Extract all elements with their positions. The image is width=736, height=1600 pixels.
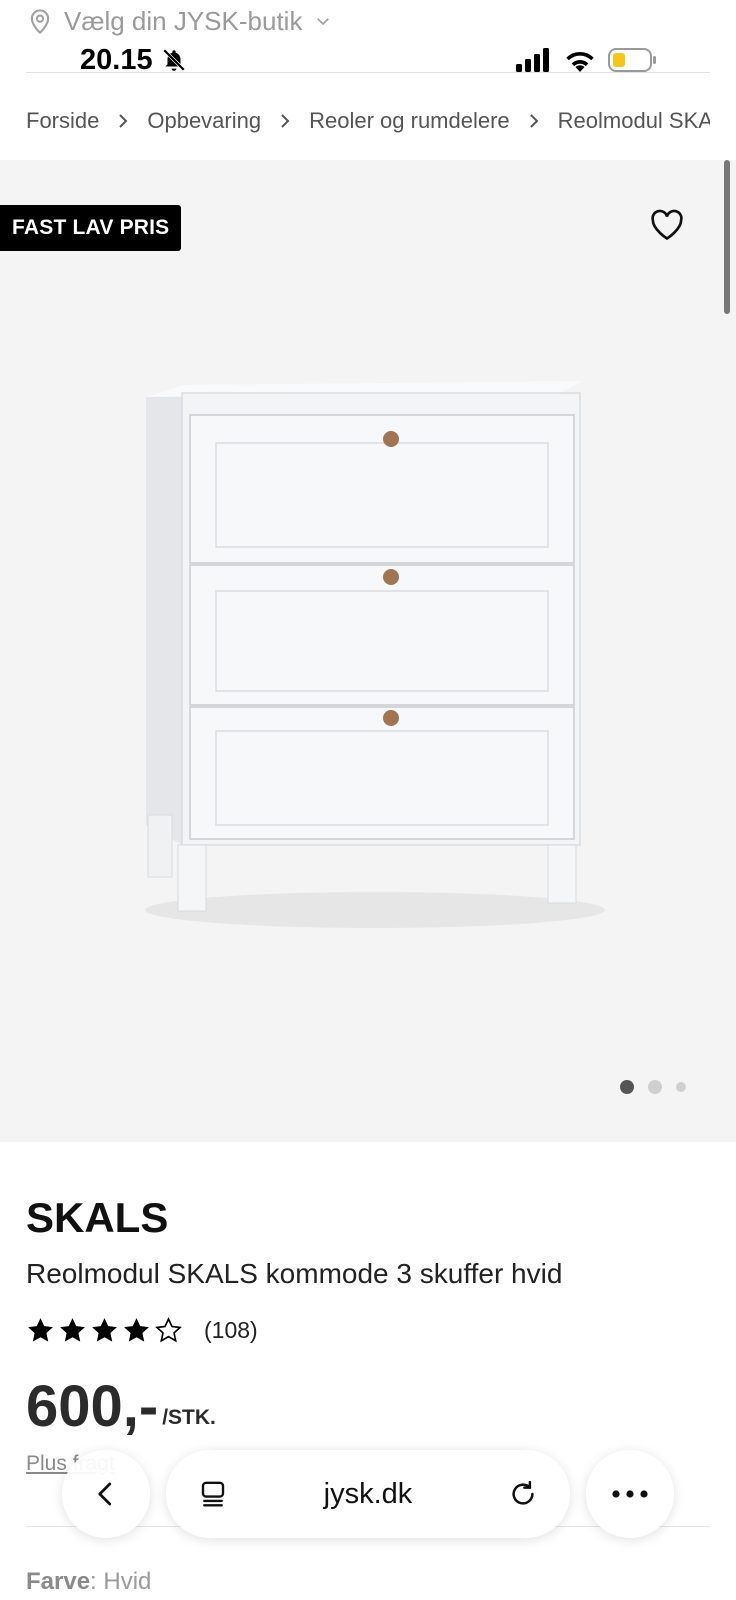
store-selector[interactable]: Vælg din JYSK-butik [26,4,332,38]
store-selector-label: Vælg din JYSK-butik [64,5,303,36]
price-badge: FAST LAV PRIS [0,205,182,251]
battery-icon [608,48,656,72]
more-dots-icon [612,1490,648,1498]
review-count[interactable]: (108) [204,1317,258,1344]
color-selector[interactable]: Farve: Hvid [26,1568,151,1596]
product-rating[interactable]: (108) [26,1316,258,1345]
price-amount: 600,- [26,1374,159,1439]
wifi-icon [566,51,594,72]
location-pin-icon [30,9,50,35]
drawer [189,706,575,840]
gallery-dot-1[interactable] [620,1080,634,1094]
product-brand: SKALS [26,1194,169,1241]
price-unit: /STK. [162,1406,216,1429]
browser-address-bar[interactable]: jysk.dk [166,1450,570,1538]
breadcrumb-reoler[interactable]: Reoler og rumdelere [309,108,510,134]
header-divider [26,72,710,73]
product-gallery[interactable]: FAST LAV PRIS [0,160,736,1142]
product-title: Reolmodul SKALS kommode 3 skuffer hvid [26,1258,563,1289]
gallery-dot-3[interactable] [676,1082,686,1092]
drawer [189,564,575,706]
gallery-pagination[interactable] [620,1080,686,1094]
heart-icon[interactable] [650,209,684,241]
breadcrumb-forside[interactable]: Forside [26,108,99,134]
reload-icon[interactable] [508,1479,538,1509]
chevron-right-icon [281,114,290,128]
product-image[interactable] [120,375,620,955]
gallery-dot-2[interactable] [648,1080,662,1094]
color-label: Farve [26,1568,91,1595]
chevron-right-icon [529,114,539,128]
breadcrumb: Forside Opbevaring Reoler og rumdelere R… [26,104,710,138]
star-filled-icon [124,1318,149,1342]
browser-more-button[interactable] [586,1450,674,1538]
color-value: : Hvid [90,1568,152,1595]
browser-url[interactable]: jysk.dk [324,1478,413,1511]
star-filled-icon [28,1318,53,1342]
star-filled-icon [92,1318,117,1342]
chevron-right-icon [119,114,128,128]
breadcrumb-current[interactable]: Reolmodul SKALS [558,108,710,134]
chevron-down-icon [317,18,330,26]
star-empty-icon [155,1317,182,1343]
drawer [189,414,575,564]
chevron-left-icon [98,1482,112,1506]
product-price: 600,- /STK. [26,1378,216,1436]
browser-back-button[interactable] [62,1450,150,1538]
cellular-signal-icon [516,48,549,72]
bell-muted-icon [162,49,185,71]
tabs-icon[interactable] [198,1479,228,1509]
star-filled-icon [60,1318,85,1342]
scrollbar[interactable] [724,160,730,314]
breadcrumb-opbevaring[interactable]: Opbevaring [147,108,261,134]
